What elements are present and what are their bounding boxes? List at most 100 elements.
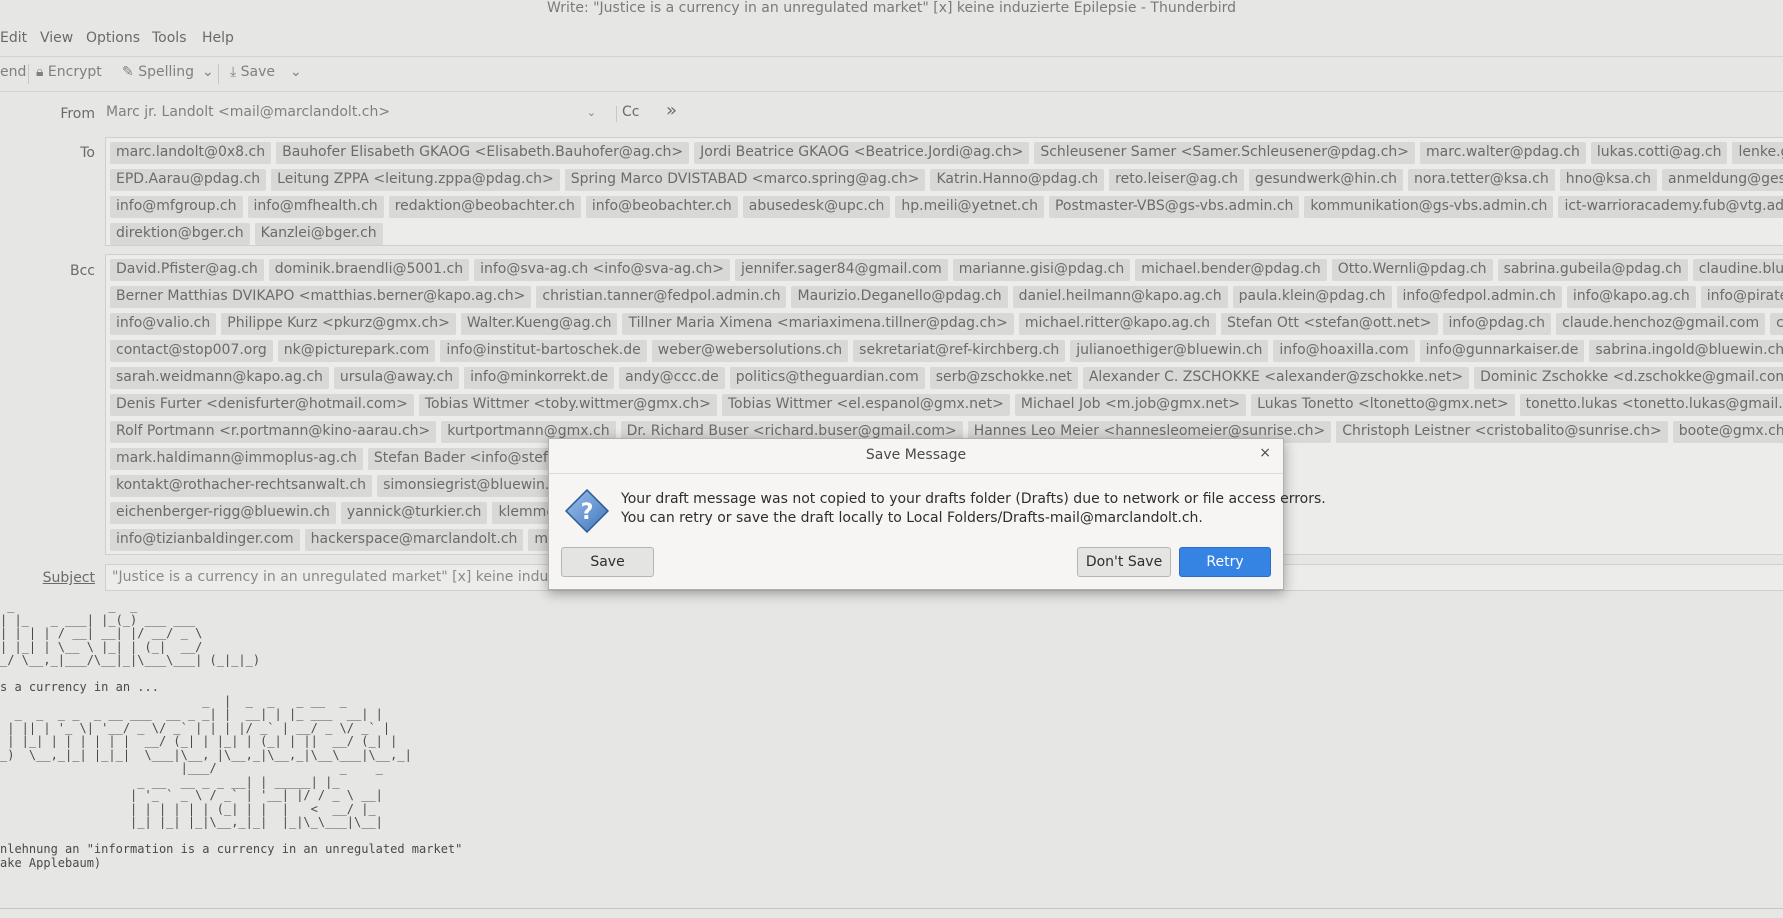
recipient-pill[interactable]: Leitung ZPPA <leitung.zppa@pdag.ch>: [271, 169, 560, 191]
recipient-pill[interactable]: daniel.heilmann@kapo.ag.ch: [1012, 286, 1228, 308]
recipient-pill[interactable]: kommunikation@gs-vbs.admin.ch: [1304, 196, 1554, 218]
recipient-pill[interactable]: info@mfgroup.ch: [110, 196, 243, 218]
recipient-pill[interactable]: simonsiegrist@bluewin.ch: [377, 475, 572, 497]
cc-button[interactable]: Cc: [622, 104, 639, 120]
recipient-pill[interactable]: info@sva-ag.ch <info@sva-ag.ch>: [474, 259, 730, 281]
recipient-pill[interactable]: mark.haldimann@immoplus-ag.ch: [110, 448, 363, 470]
recipient-pill[interactable]: info@piratenpartei.ch: [1700, 286, 1783, 308]
recipient-pill[interactable]: boote@gmx.ch: [1672, 421, 1783, 443]
recipient-pill[interactable]: politics@theguardian.com: [729, 367, 925, 389]
recipient-pill[interactable]: Denis Furter <denisfurter@hotmail.com>: [110, 394, 414, 416]
recipient-pill[interactable]: nora.tetter@ksa.ch: [1408, 169, 1555, 191]
close-icon[interactable]: ×: [1259, 445, 1271, 461]
send-button[interactable]: end: [0, 64, 26, 80]
menu-help[interactable]: Help: [202, 30, 234, 46]
recipient-pill[interactable]: info@pdag.ch: [1442, 313, 1552, 335]
recipient-pill[interactable]: weber@webersolutions.ch: [651, 340, 849, 362]
recipient-pill[interactable]: EPD.Aarau@pdag.ch: [110, 169, 267, 191]
recipient-pill[interactable]: marc.landolt@0x8.ch: [110, 142, 272, 164]
recipient-pill[interactable]: Stefan Ott <stefan@ott.net>: [1221, 313, 1438, 335]
recipient-pill[interactable]: info@valio.ch: [110, 313, 217, 335]
recipient-pill[interactable]: serb@zschokke.net: [929, 367, 1078, 389]
save-button[interactable]: ⤓ Save: [230, 64, 275, 80]
menu-view[interactable]: View: [40, 30, 73, 46]
recipient-pill[interactable]: lukas.cotti@ag.ch: [1590, 142, 1728, 164]
spelling-button[interactable]: ✎ Spelling: [122, 64, 194, 80]
recipient-pill[interactable]: nk@picturepark.com: [277, 340, 436, 362]
recipient-pill[interactable]: info@mfhealth.ch: [247, 196, 384, 218]
recipient-pill[interactable]: Spring Marco DVISTABAD <marco.spring@ag.…: [564, 169, 926, 191]
recipient-pill[interactable]: ursula@away.ch: [333, 367, 460, 389]
recipient-pill[interactable]: michael.ritter@kapo.ag.ch: [1018, 313, 1217, 335]
recipient-pill[interactable]: Alexander C. ZSCHOKKE <alexander@zschokk…: [1082, 367, 1470, 389]
recipient-pill[interactable]: anmeldung@gesundwerk.ch: [1662, 169, 1783, 191]
recipient-pill[interactable]: Tobias Wittmer <el.espanol@gmx.net>: [721, 394, 1010, 416]
recipient-pill[interactable]: Katrin.Hanno@pdag.ch: [930, 169, 1105, 191]
recipient-pill[interactable]: sabrina.gubeila@pdag.ch: [1497, 259, 1688, 281]
menu-options[interactable]: Options: [86, 30, 140, 46]
recipient-pill[interactable]: Postmaster-VBS@gs-vbs.admin.ch: [1048, 196, 1300, 218]
recipient-pill[interactable]: jennifer.sager84@gmail.com: [734, 259, 948, 281]
recipient-pill[interactable]: Tobias Wittmer <toby.wittmer@gmx.ch>: [418, 394, 717, 416]
recipient-pill[interactable]: ict-warrioracademy.fub@vtg.admin.ch: [1558, 196, 1783, 218]
recipient-pill[interactable]: info@institut-bartoschek.de: [440, 340, 647, 362]
recipient-pill[interactable]: paula.klein@pdag.ch: [1232, 286, 1392, 308]
recipient-pill[interactable]: eichenberger-rigg@bluewin.ch: [110, 502, 336, 524]
dialog-save-button[interactable]: Save: [561, 547, 654, 577]
recipient-pill[interactable]: abusedesk@upc.ch: [742, 196, 891, 218]
recipient-pill[interactable]: michael.bender@pdag.ch: [1135, 259, 1327, 281]
spelling-dropdown-icon[interactable]: ⌄: [202, 64, 214, 80]
recipient-pill[interactable]: contact@stop007.org: [110, 340, 273, 362]
recipient-pill[interactable]: Tillner Maria Ximena <mariaximena.tillne…: [622, 313, 1014, 335]
recipient-pill[interactable]: info@beobachter.ch: [585, 196, 738, 218]
recipient-pill[interactable]: info@minkorrekt.de: [464, 367, 615, 389]
recipient-pill[interactable]: lenke.galambos@pdag.ch: [1732, 142, 1783, 164]
recipient-pill[interactable]: gesundwerk@hin.ch: [1249, 169, 1404, 191]
recipient-pill[interactable]: direktion@bger.ch: [110, 223, 250, 245]
recipient-pill[interactable]: Bauhofer Elisabeth GKAOG <Elisabeth.Bauh…: [276, 142, 690, 164]
recipient-pill[interactable]: reto.leiser@ag.ch: [1109, 169, 1245, 191]
recipient-pill[interactable]: Otto.Wernli@pdag.ch: [1331, 259, 1493, 281]
recipient-pill[interactable]: hackerspace@marclandolt.ch: [304, 529, 524, 551]
recipient-pill[interactable]: marc.walter@pdag.ch: [1420, 142, 1586, 164]
recipient-pill[interactable]: Christoph Leistner <cristobalito@sunrise…: [1336, 421, 1668, 443]
dont-save-button[interactable]: Don't Save: [1077, 547, 1171, 577]
message-body[interactable]: _ _ _ | |_ _ ___| |_(_) ___ ___ | | | | …: [0, 599, 462, 870]
save-dropdown-icon[interactable]: ⌄: [290, 64, 302, 80]
recipient-pill[interactable]: Philippe Kurz <pkurz@gmx.ch>: [221, 313, 456, 335]
recipient-pill[interactable]: claude@henchoz.ch: [1770, 313, 1783, 335]
recipient-pill[interactable]: Berner Matthias DVIKAPO <matthias.berner…: [110, 286, 532, 308]
recipient-pill[interactable]: info@hoaxilla.com: [1273, 340, 1415, 362]
recipient-pill[interactable]: Rolf Portmann <r.portmann@kino-aarau.ch>: [110, 421, 437, 443]
recipient-pill[interactable]: yannick@turkier.ch: [340, 502, 488, 524]
recipient-pill[interactable]: christian.tanner@fedpol.admin.ch: [536, 286, 787, 308]
recipient-pill[interactable]: julianoethiger@bluewin.ch: [1070, 340, 1269, 362]
recipient-pill[interactable]: Lukas Tonetto <ltonetto@gmx.net>: [1251, 394, 1515, 416]
recipient-pill[interactable]: sekretariat@ref-kirchberg.ch: [853, 340, 1066, 362]
menu-edit[interactable]: Edit: [0, 30, 27, 46]
recipient-pill[interactable]: tonetto.lukas <tonetto.lukas@gmail.com>: [1519, 394, 1783, 416]
recipient-pill[interactable]: Michael Job <m.job@gmx.net>: [1014, 394, 1247, 416]
recipient-pill[interactable]: Dominic Zschokke <d.zschokke@gmail.com>: [1474, 367, 1783, 389]
recipient-pill[interactable]: marianne.gisi@pdag.ch: [952, 259, 1131, 281]
recipient-pill[interactable]: Maurizio.Deganello@pdag.ch: [791, 286, 1008, 308]
recipient-pill[interactable]: Walter.Kueng@ag.ch: [460, 313, 618, 335]
menu-tools[interactable]: Tools: [152, 30, 187, 46]
recipient-pill[interactable]: sabrina.ingold@bluewin.ch: [1589, 340, 1783, 362]
recipient-pill[interactable]: info@kapo.ag.ch: [1566, 286, 1696, 308]
recipient-pill[interactable]: hp.meili@yetnet.ch: [895, 196, 1044, 218]
recipient-pill[interactable]: Schleusener Samer <Samer.Schleusener@pda…: [1034, 142, 1416, 164]
recipient-pill[interactable]: kontakt@rothacher-rechtsanwalt.ch: [110, 475, 373, 497]
retry-button[interactable]: Retry: [1179, 547, 1271, 577]
recipient-pill[interactable]: info@fedpol.admin.ch: [1396, 286, 1562, 308]
recipient-pill[interactable]: Jordi Beatrice GKAOG <Beatrice.Jordi@ag.…: [694, 142, 1030, 164]
recipient-pill[interactable]: claudine.blum@ksa.ch: [1692, 259, 1783, 281]
recipient-pill[interactable]: David.Pfister@ag.ch: [110, 259, 264, 281]
recipient-pill[interactable]: info@gunnarkaiser.de: [1419, 340, 1585, 362]
from-select[interactable]: Marc jr. Landolt <mail@marclandolt.ch> ⌄: [106, 104, 596, 126]
encrypt-button[interactable]: 🔒︎ Encrypt: [36, 64, 102, 80]
recipient-pill[interactable]: hno@ksa.ch: [1559, 169, 1658, 191]
recipient-pill[interactable]: redaktion@beobachter.ch: [388, 196, 581, 218]
recipient-pill[interactable]: info@tizianbaldinger.com: [110, 529, 300, 551]
more-recipients-icon[interactable]: »: [666, 100, 677, 121]
